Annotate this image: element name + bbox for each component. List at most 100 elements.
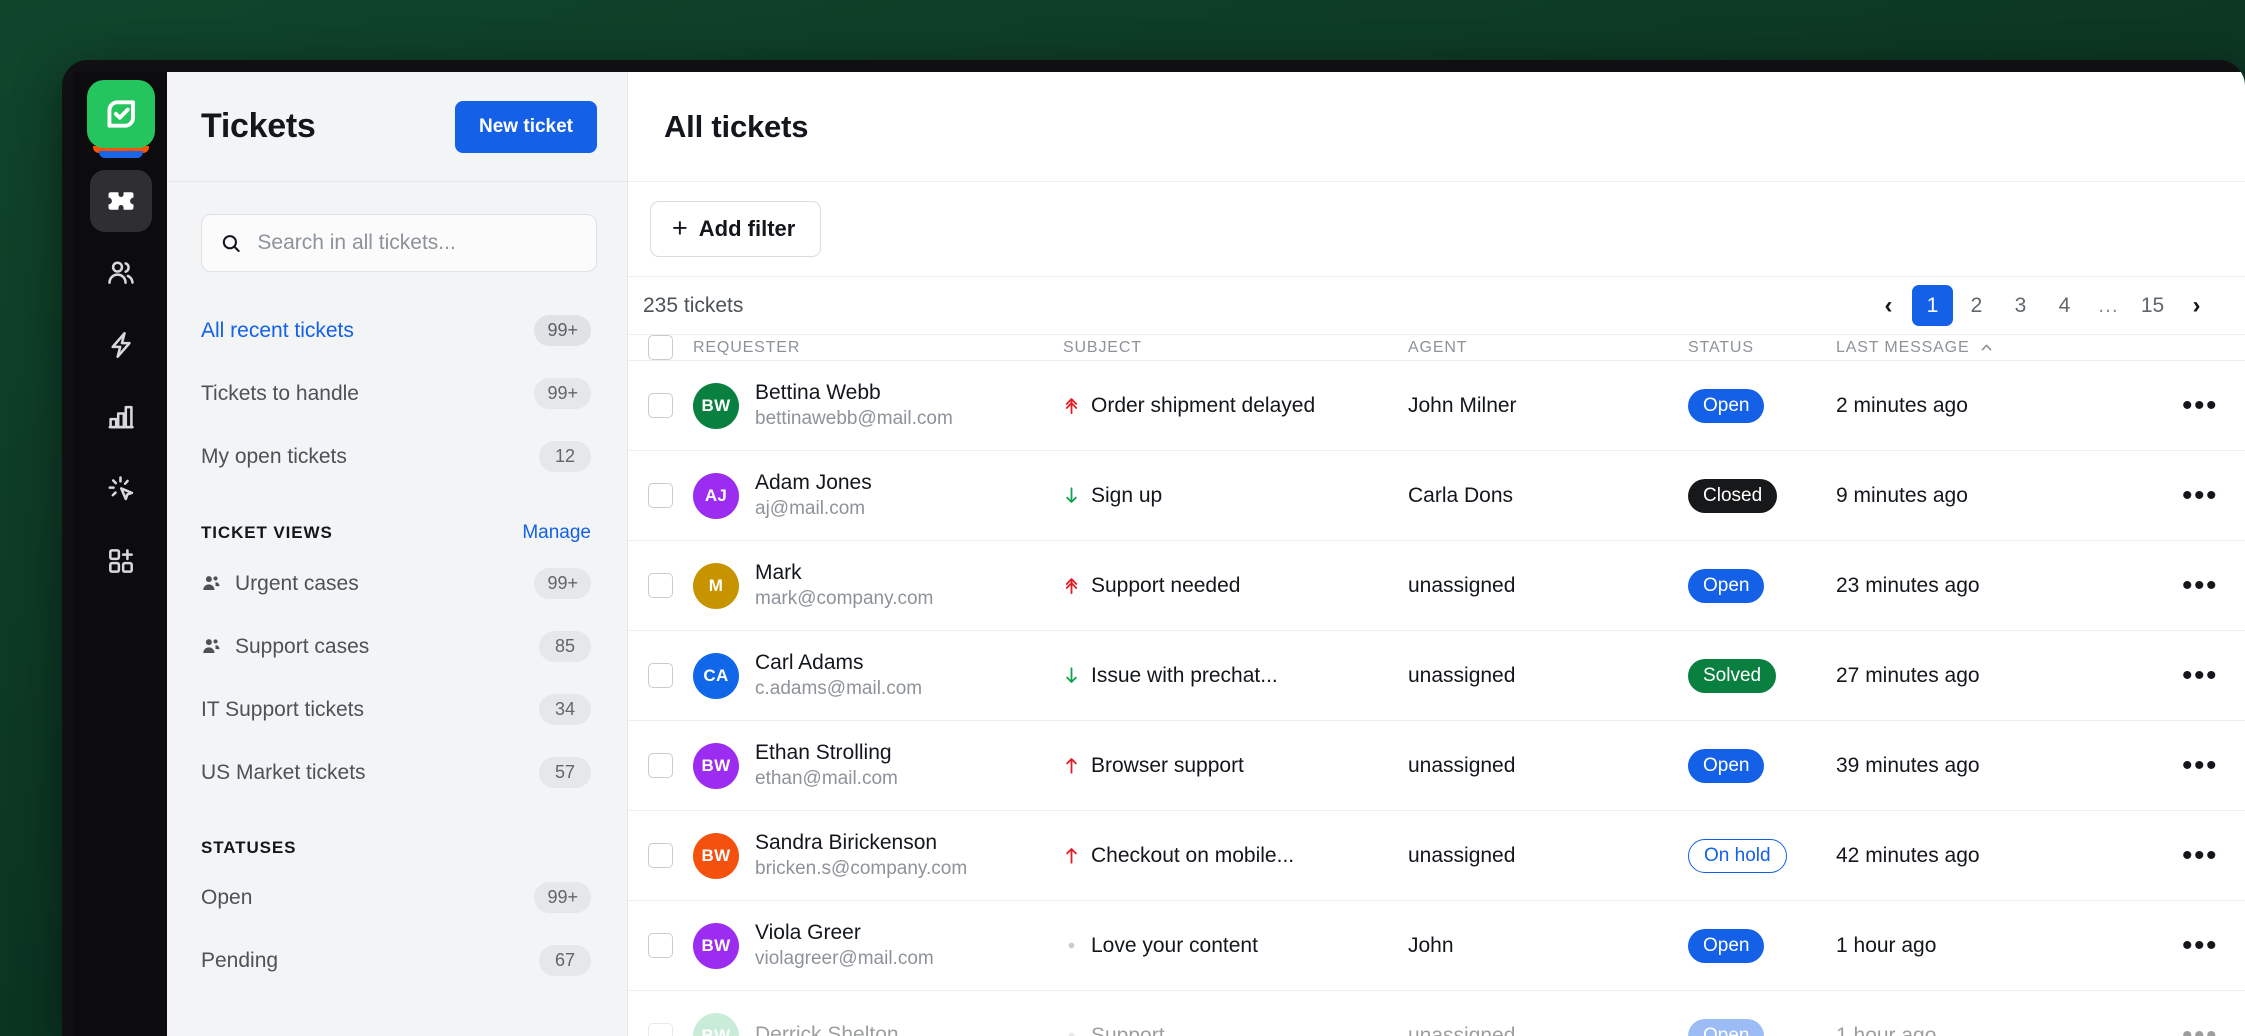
manage-views-link[interactable]: Manage [522, 522, 591, 544]
row-checkbox[interactable] [648, 483, 673, 508]
column-header-agent[interactable]: AGENT [1408, 339, 1688, 357]
cell-agent: unassigned [1408, 574, 1688, 598]
ticket-view-support-cases[interactable]: Support cases 85 [193, 615, 605, 678]
row-more-menu-icon[interactable]: ••• [2182, 578, 2218, 593]
row-checkbox[interactable] [648, 1023, 673, 1036]
priority-indicator [1063, 756, 1080, 775]
sidebar-item-tickets-to-handle[interactable]: Tickets to handle 99+ [193, 362, 605, 425]
row-checkbox[interactable] [648, 933, 673, 958]
rail-item-cursor[interactable] [90, 458, 152, 520]
pagination-page-15[interactable]: 15 [2132, 285, 2173, 326]
priority-indicator [1063, 846, 1080, 865]
cell-subject: Sign up [1063, 484, 1408, 508]
ticket-view-badge: 99+ [534, 568, 591, 599]
table-row[interactable]: BW Viola Greer violagreer@mail.com Love … [628, 901, 2245, 991]
table-row[interactable]: BW Derrick Shelton Support unassigned Op… [628, 991, 2245, 1036]
status-filter-open[interactable]: Open 99+ [193, 866, 605, 929]
row-checkbox[interactable] [648, 573, 673, 598]
status-filter-pending[interactable]: Pending 67 [193, 929, 605, 992]
app-shell: Tickets New ticket All recent tickets 99… [74, 72, 2245, 1036]
table-row[interactable]: CA Carl Adams c.adams@mail.com Issue wit… [628, 631, 2245, 721]
status-badge: Open [1688, 389, 1764, 423]
column-header-subject[interactable]: SUBJECT [1063, 339, 1408, 357]
filter-bar: + Add filter [628, 182, 2245, 277]
avatar: AJ [693, 473, 739, 519]
pagination-next[interactable]: › [2176, 285, 2217, 326]
row-more-menu-icon[interactable]: ••• [2182, 1028, 2218, 1036]
cell-subject: Support needed [1063, 574, 1408, 598]
rail-item-automations[interactable] [90, 314, 152, 376]
row-more-menu-icon[interactable]: ••• [2182, 668, 2218, 683]
row-more-menu-icon[interactable]: ••• [2182, 938, 2218, 953]
table-row[interactable]: BW Ethan Strolling ethan@mail.com Browse… [628, 721, 2245, 811]
row-more-menu-icon[interactable]: ••• [2182, 488, 2218, 503]
pagination-prev[interactable]: ‹ [1868, 285, 1909, 326]
cell-requester: BW Ethan Strolling ethan@mail.com [693, 740, 1063, 791]
priority-indicator [1063, 666, 1080, 685]
priority-indicator [1063, 1026, 1080, 1036]
subject-text: Sign up [1091, 484, 1162, 508]
row-checkbox[interactable] [648, 393, 673, 418]
statuses-header: STATUSES [167, 838, 627, 858]
avatar: BW [693, 743, 739, 789]
row-checkbox[interactable] [648, 843, 673, 868]
page-title: Tickets [201, 107, 315, 146]
subject-text: Support needed [1091, 574, 1240, 598]
cell-agent: unassigned [1408, 664, 1688, 688]
avatar: BW [693, 833, 739, 879]
table-row[interactable]: AJ Adam Jones aj@mail.com Sign up Carla … [628, 451, 2245, 541]
row-more-menu-icon[interactable]: ••• [2182, 398, 2218, 413]
lightning-bolt-icon [105, 329, 137, 361]
column-header-status[interactable]: STATUS [1688, 339, 1836, 357]
avatar: CA [693, 653, 739, 699]
subject-text: Order shipment delayed [1091, 394, 1315, 418]
pagination-page-2[interactable]: 2 [1956, 285, 1997, 326]
table-row[interactable]: BW Bettina Webb bettinawebb@mail.com Ord… [628, 361, 2245, 451]
new-ticket-button[interactable]: New ticket [455, 101, 597, 153]
helpdesk-logo[interactable] [87, 80, 155, 148]
sidebar-item-my-open-tickets[interactable]: My open tickets 12 [193, 425, 605, 488]
pagination-page-4[interactable]: 4 [2044, 285, 2085, 326]
sidebar-header: Tickets New ticket [167, 72, 627, 182]
search-box[interactable] [201, 214, 597, 272]
select-all-checkbox[interactable] [648, 335, 673, 360]
cell-requester: BW Sandra Birickenson bricken.s@company.… [693, 830, 1063, 881]
cell-status: Open [1688, 569, 1836, 603]
status-badge: On hold [1688, 839, 1787, 873]
add-filter-button[interactable]: + Add filter [650, 201, 821, 257]
rail-item-tickets[interactable] [90, 170, 152, 232]
plus-icon: + [672, 215, 688, 242]
caret-up-icon [1979, 340, 1994, 355]
pagination-page-1[interactable]: 1 [1912, 285, 1953, 326]
table-row[interactable]: BW Sandra Birickenson bricken.s@company.… [628, 811, 2245, 901]
ticket-view-us-market-tickets[interactable]: US Market tickets 57 [193, 741, 605, 804]
row-checkbox[interactable] [648, 663, 673, 688]
row-checkbox[interactable] [648, 753, 673, 778]
subject-text: Checkout on mobile... [1091, 844, 1294, 868]
cell-status: On hold [1688, 839, 1836, 873]
rail-item-reports[interactable] [90, 386, 152, 448]
requester-name: Bettina Webb [755, 381, 881, 404]
add-filter-label: Add filter [699, 216, 796, 242]
rail-item-customers[interactable] [90, 242, 152, 304]
table-row[interactable]: M Mark mark@company.com Support needed u… [628, 541, 2245, 631]
row-select-cell [628, 393, 693, 418]
sidebar-item-all-recent-tickets[interactable]: All recent tickets 99+ [193, 299, 605, 362]
row-more-menu-icon[interactable]: ••• [2182, 848, 2218, 863]
pagination-page-3[interactable]: 3 [2000, 285, 2041, 326]
requester-email: bricken.s@company.com [755, 858, 967, 879]
requester-info: Sandra Birickenson bricken.s@company.com [755, 830, 967, 881]
row-more-menu-icon[interactable]: ••• [2182, 758, 2218, 773]
count-and-pagination-bar: 235 tickets ‹ 1 2 3 4 ... 15 › [628, 277, 2245, 334]
cell-actions: ••• [2155, 398, 2245, 413]
ticket-view-urgent-cases[interactable]: Urgent cases 99+ [193, 552, 605, 615]
cell-actions: ••• [2155, 578, 2245, 593]
column-header-last-message[interactable]: LAST MESSAGE [1836, 339, 2155, 357]
search-input[interactable] [257, 231, 578, 255]
sidebar-item-label: All recent tickets [201, 319, 534, 343]
cell-agent: John [1408, 934, 1688, 958]
rail-item-apps[interactable] [90, 530, 152, 592]
requester-name: Sandra Birickenson [755, 831, 937, 854]
column-header-requester[interactable]: REQUESTER [693, 339, 1063, 357]
ticket-view-it-support-tickets[interactable]: IT Support tickets 34 [193, 678, 605, 741]
